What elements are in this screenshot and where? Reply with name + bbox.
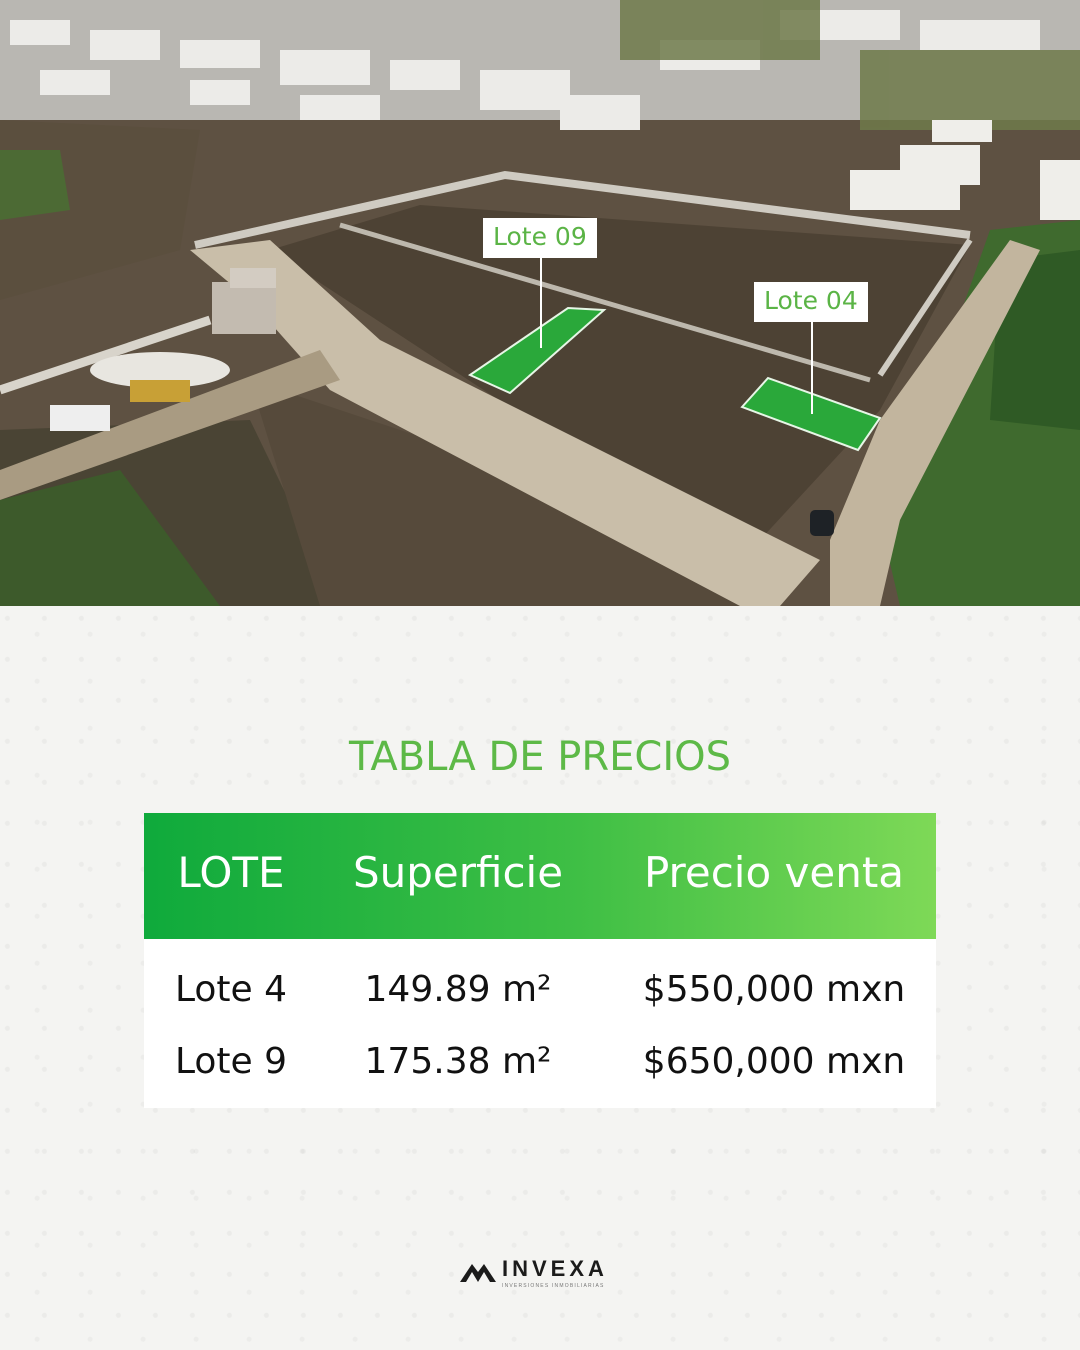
- cell-superficie: 175.38 m²: [364, 1041, 552, 1082]
- invexa-logo: INVEXA INVERSIONES INMOBILIARIAS: [460, 1256, 620, 1296]
- lot-09-pointer: [540, 258, 542, 348]
- header-precio-venta: Precio venta: [643, 848, 905, 897]
- cell-lote: Lote 9: [174, 1041, 288, 1082]
- lot-04-pointer: [811, 322, 813, 414]
- cell-precio: $650,000 mxn: [642, 1041, 906, 1082]
- header-lote: LOTE: [177, 848, 285, 897]
- brand-name: INVEXA: [502, 1256, 608, 1281]
- header-superficie: Superficie: [352, 848, 564, 897]
- price-table-header: LOTE Superficie Precio venta: [144, 813, 936, 939]
- brand-tagline: INVERSIONES INMOBILIARIAS: [502, 1283, 605, 1289]
- lot-09-label: Lote 09: [483, 218, 597, 258]
- aerial-photo: Lote 09 Lote 04: [0, 0, 1080, 606]
- lot-04-label: Lote 04: [754, 282, 868, 322]
- price-table-title: TABLA DE PRECIOS: [349, 734, 731, 780]
- invexa-mountain-icon: [460, 1264, 496, 1282]
- price-table: LOTE Superficie Precio venta Lote 4 149.…: [144, 813, 936, 1108]
- cell-lote: Lote 4: [174, 969, 288, 1010]
- cell-superficie: 149.89 m²: [364, 969, 552, 1010]
- cell-precio: $550,000 mxn: [642, 969, 906, 1010]
